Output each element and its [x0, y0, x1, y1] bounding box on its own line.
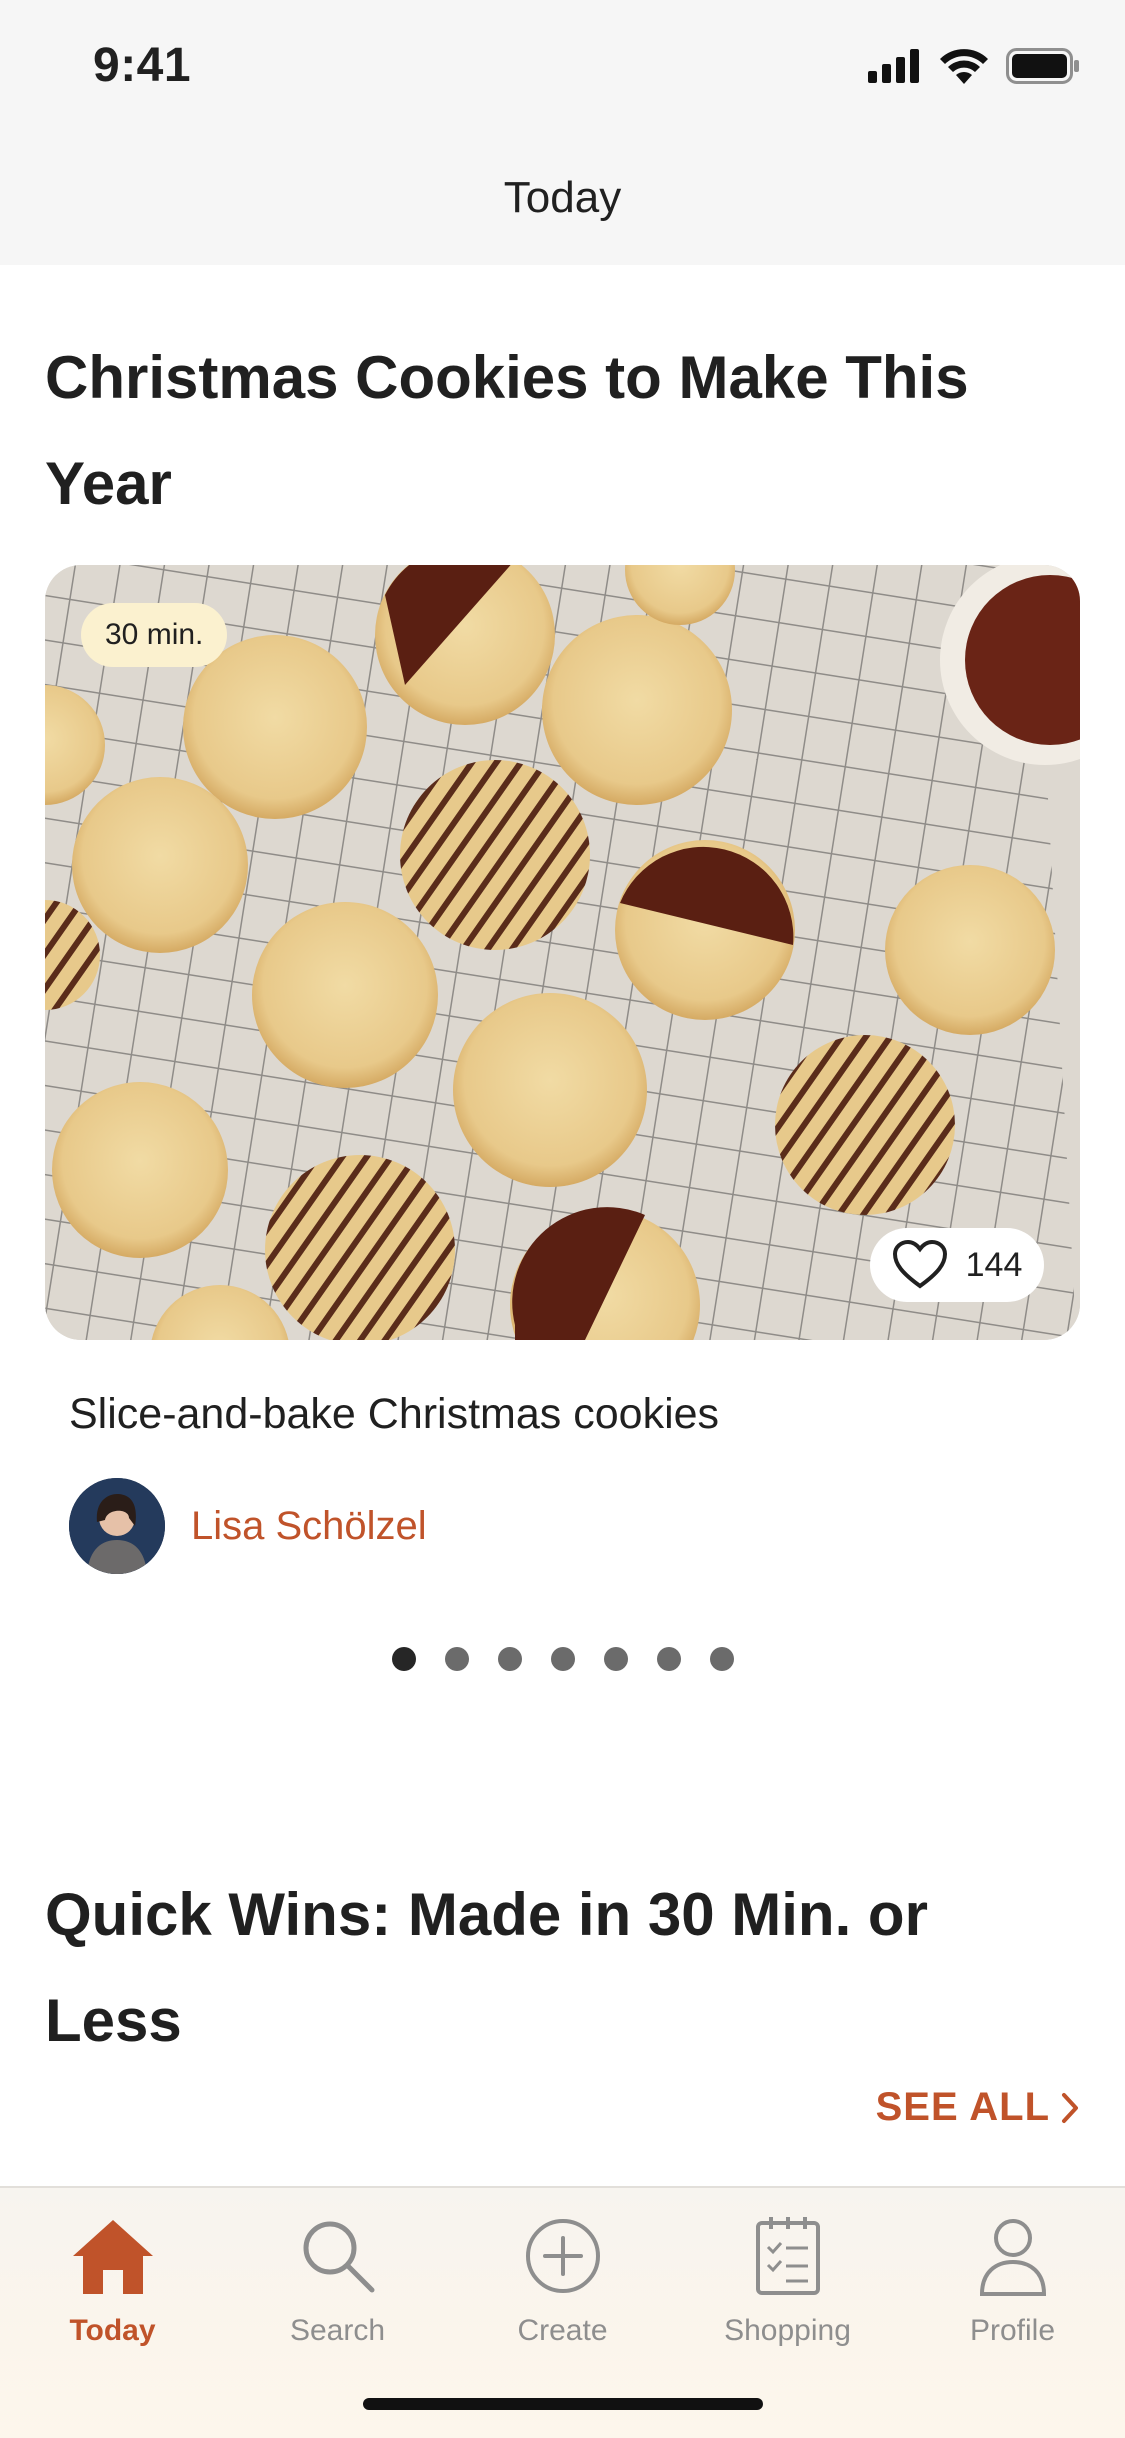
like-count: 144 — [965, 1245, 1023, 1284]
status-bar: 9:41 — [0, 0, 1125, 130]
recipe-title[interactable]: Slice-and-bake Christmas cookies — [69, 1390, 719, 1439]
tab-label-search: Search — [289, 2314, 386, 2347]
status-time: 9:41 — [93, 39, 192, 92]
search-icon — [303, 2221, 374, 2293]
person-icon — [979, 2219, 1046, 2296]
recipe-card-image[interactable]: 30 min. 144 — [45, 565, 1080, 1340]
page-dot-3[interactable] — [498, 1647, 522, 1671]
home-indicator[interactable] — [363, 2398, 763, 2410]
like-button[interactable]: 144 — [870, 1228, 1044, 1302]
cookies-photo — [45, 565, 1080, 1340]
carousel-page-indicator[interactable] — [392, 1647, 734, 1671]
status-icons — [868, 48, 1080, 84]
tab-search[interactable]: Search — [225, 2206, 450, 2348]
cook-time-badge: 30 min. — [81, 603, 228, 667]
page-dot-6[interactable] — [657, 1647, 681, 1671]
page-dot-7[interactable] — [710, 1647, 734, 1671]
see-all-label: SEE ALL — [875, 2085, 1050, 2129]
avatar — [69, 1478, 165, 1574]
author-row[interactable]: Lisa Schölzel — [69, 1478, 427, 1574]
tab-shopping[interactable]: Shopping — [675, 2206, 900, 2348]
author-name[interactable]: Lisa Schölzel — [191, 1504, 427, 1549]
section-title-christmas-cookies: Christmas Cookies to Make This Year — [45, 344, 969, 517]
home-icon — [72, 2220, 153, 2294]
tab-create[interactable]: Create — [450, 2206, 675, 2348]
page-title: Today — [503, 173, 622, 222]
plus-circle-icon — [525, 2219, 600, 2293]
chevron-right-icon — [1062, 2092, 1078, 2123]
cellular-signal-icon — [868, 49, 919, 83]
tab-today[interactable]: Today — [0, 2206, 225, 2348]
tab-profile[interactable]: Profile — [900, 2206, 1125, 2348]
tab-label-create: Create — [517, 2314, 608, 2347]
tab-label-today: Today — [69, 2314, 156, 2347]
tab-label-profile: Profile — [969, 2314, 1056, 2347]
page-dot-1[interactable] — [392, 1647, 416, 1671]
nav-bar: Today — [0, 130, 1125, 265]
page-dot-4[interactable] — [551, 1647, 575, 1671]
page-dot-5[interactable] — [604, 1647, 628, 1671]
wifi-icon — [940, 49, 988, 84]
section-title-quick-wins: Quick Wins: Made in 30 Min. or Less — [45, 1881, 928, 2054]
battery-icon — [1006, 48, 1079, 84]
tab-label-shopping: Shopping — [724, 2314, 851, 2347]
see-all-button[interactable]: SEE ALL — [876, 2085, 1080, 2130]
heart-icon — [892, 1240, 947, 1289]
page-dot-2[interactable] — [445, 1647, 469, 1671]
shopping-list-icon — [755, 2217, 820, 2295]
